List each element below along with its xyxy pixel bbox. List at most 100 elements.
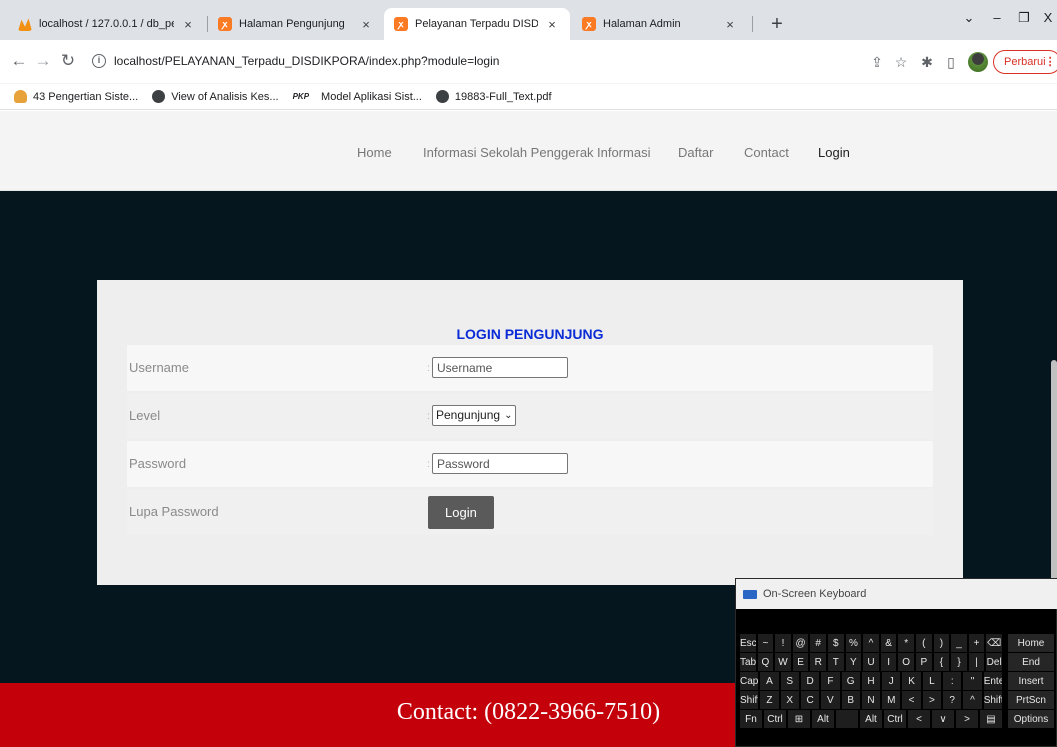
url-text[interactable]: localhost/PELAYANAN_Terpadu_DISDIKPORA/i… [114, 54, 499, 68]
keyboard-key[interactable]: W [775, 653, 791, 671]
bookmark-item[interactable]: 19883-Full_Text.pdf [435, 90, 552, 103]
keyboard-key[interactable]: ⌫ [986, 634, 1002, 652]
keyboard-key[interactable] [836, 710, 858, 728]
share-icon[interactable]: ⇪ [868, 53, 886, 71]
keyboard-key[interactable]: & [880, 634, 897, 652]
keyboard-key[interactable]: ! [775, 634, 791, 652]
tab-halaman-admin[interactable]: ꭗ Halaman Admin × [572, 8, 748, 40]
keyboard-key[interactable]: Shift [983, 691, 1002, 709]
keyboard-key[interactable]: T [828, 653, 844, 671]
reload-button[interactable]: ↻ [57, 50, 79, 72]
keyboard-key[interactable]: F [821, 672, 840, 690]
keyboard-key[interactable]: ∨ [932, 710, 954, 728]
nav-contact[interactable]: Contact [744, 145, 789, 160]
keyboard-key[interactable]: A [760, 672, 779, 690]
keyboard-key[interactable]: P [916, 653, 932, 671]
keyboard-key[interactable]: Del [986, 653, 1002, 671]
page-scrollbar[interactable] [1051, 360, 1057, 590]
close-tab-icon[interactable]: × [358, 17, 374, 32]
keyboard-side-key[interactable]: PrtScn [1008, 691, 1054, 709]
tab-search-icon[interactable]: ⌄ [955, 10, 983, 26]
keyboard-side-key[interactable]: Options [1008, 710, 1054, 728]
keyboard-key[interactable]: * [898, 634, 914, 652]
keyboard-key[interactable]: Enter [983, 672, 1002, 690]
tab-halaman-pengunjung[interactable]: ꭗ Halaman Pengunjung × [208, 8, 384, 40]
keyboard-key[interactable]: Esc [740, 634, 756, 652]
keyboard-key[interactable]: # [810, 634, 826, 652]
keyboard-side-key[interactable]: End [1008, 653, 1054, 671]
keyboard-key[interactable]: G [841, 672, 860, 690]
keyboard-key[interactable]: { [933, 653, 950, 671]
keyboard-key[interactable]: ? [943, 691, 962, 709]
keyboard-key[interactable]: V [821, 691, 840, 709]
update-button[interactable]: Perbarui ⋮ [993, 50, 1057, 74]
close-tab-icon[interactable]: × [180, 17, 196, 32]
keyboard-key[interactable]: Q [757, 653, 774, 671]
keyboard-key[interactable]: ) [933, 634, 950, 652]
keyboard-key[interactable]: K [902, 672, 921, 690]
new-tab-button[interactable]: + [764, 11, 790, 37]
keyboard-key[interactable]: I [880, 653, 897, 671]
keyboard-key[interactable]: S [780, 672, 799, 690]
keyboard-key[interactable]: X [780, 691, 799, 709]
keyboard-key[interactable]: Tab [740, 653, 756, 671]
keyboard-key[interactable]: Shift [740, 691, 759, 709]
keyboard-key[interactable]: ~ [757, 634, 774, 652]
nav-home[interactable]: Home [357, 145, 392, 160]
keyboard-key[interactable]: " [963, 672, 982, 690]
keyboard-key[interactable]: ⊞ [788, 710, 810, 728]
keyboard-title-bar[interactable]: On-Screen Keyboard [736, 579, 1057, 609]
bookmark-star-icon[interactable]: ☆ [892, 53, 910, 71]
keyboard-key[interactable]: ^ [963, 691, 982, 709]
keyboard-key[interactable]: < [908, 710, 930, 728]
keyboard-key[interactable]: _ [951, 634, 967, 652]
address-bar[interactable]: i localhost/PELAYANAN_Terpadu_DISDIKPORA… [88, 47, 898, 75]
close-tab-icon[interactable]: × [544, 17, 560, 32]
extensions-icon[interactable]: ✱ [918, 53, 936, 71]
keyboard-key[interactable]: < [902, 691, 921, 709]
keyboard-key[interactable]: B [841, 691, 860, 709]
keyboard-key[interactable]: U [863, 653, 879, 671]
keyboard-key[interactable]: C [800, 691, 820, 709]
keyboard-side-key[interactable]: Insert [1008, 672, 1054, 690]
keyboard-key[interactable]: Caps [740, 672, 759, 690]
bookmark-item[interactable]: PKP Model Aplikasi Sist... [293, 91, 422, 103]
keyboard-key[interactable]: Alt [812, 710, 834, 728]
keyboard-key[interactable]: H [861, 672, 881, 690]
keyboard-key[interactable]: Ctrl [884, 710, 906, 728]
keyboard-key[interactable]: | [968, 653, 985, 671]
keyboard-key[interactable]: } [951, 653, 967, 671]
keyboard-key[interactable]: Alt [860, 710, 882, 728]
keyboard-key[interactable]: @ [792, 634, 809, 652]
nav-daftar[interactable]: Daftar [678, 145, 713, 160]
back-button[interactable]: ← [8, 50, 30, 72]
keyboard-key[interactable]: > [922, 691, 942, 709]
login-button[interactable]: Login [428, 496, 494, 529]
keyboard-key[interactable]: L [922, 672, 942, 690]
bookmark-item[interactable]: View of Analisis Kes... [152, 90, 279, 103]
nav-informasi[interactable]: Informasi [597, 145, 650, 160]
keyboard-key[interactable]: Fn [740, 710, 762, 728]
keyboard-key[interactable]: Y [845, 653, 862, 671]
keyboard-key[interactable]: O [898, 653, 914, 671]
close-window-button[interactable]: X [1034, 10, 1057, 25]
nav-login[interactable]: Login [818, 145, 850, 160]
keyboard-key[interactable]: Z [760, 691, 779, 709]
keyboard-key[interactable]: Ctrl [764, 710, 786, 728]
keyboard-key[interactable]: J [882, 672, 901, 690]
tab-phpmyadmin[interactable]: localhost / 127.0.0.1 / db_pelayan × [8, 8, 206, 40]
keyboard-key[interactable]: : [943, 672, 962, 690]
password-input[interactable] [432, 453, 568, 474]
level-select[interactable]: Pengunjung ⌄ [432, 405, 517, 426]
forward-button[interactable]: → [32, 50, 54, 72]
site-info-icon[interactable]: i [92, 54, 106, 68]
keyboard-key[interactable]: + [968, 634, 985, 652]
username-input[interactable] [432, 357, 568, 378]
close-tab-icon[interactable]: × [722, 17, 738, 32]
bookmark-item[interactable]: 43 Pengertian Siste... [14, 90, 138, 103]
profile-avatar[interactable] [968, 52, 988, 72]
keyboard-key[interactable]: ( [916, 634, 932, 652]
forgot-password-link[interactable]: Lupa Password [127, 489, 415, 535]
keyboard-key[interactable]: > [956, 710, 978, 728]
tab-pelayanan-terpadu[interactable]: ꭗ Pelayanan Terpadu DISDIKPORA × [384, 8, 570, 40]
